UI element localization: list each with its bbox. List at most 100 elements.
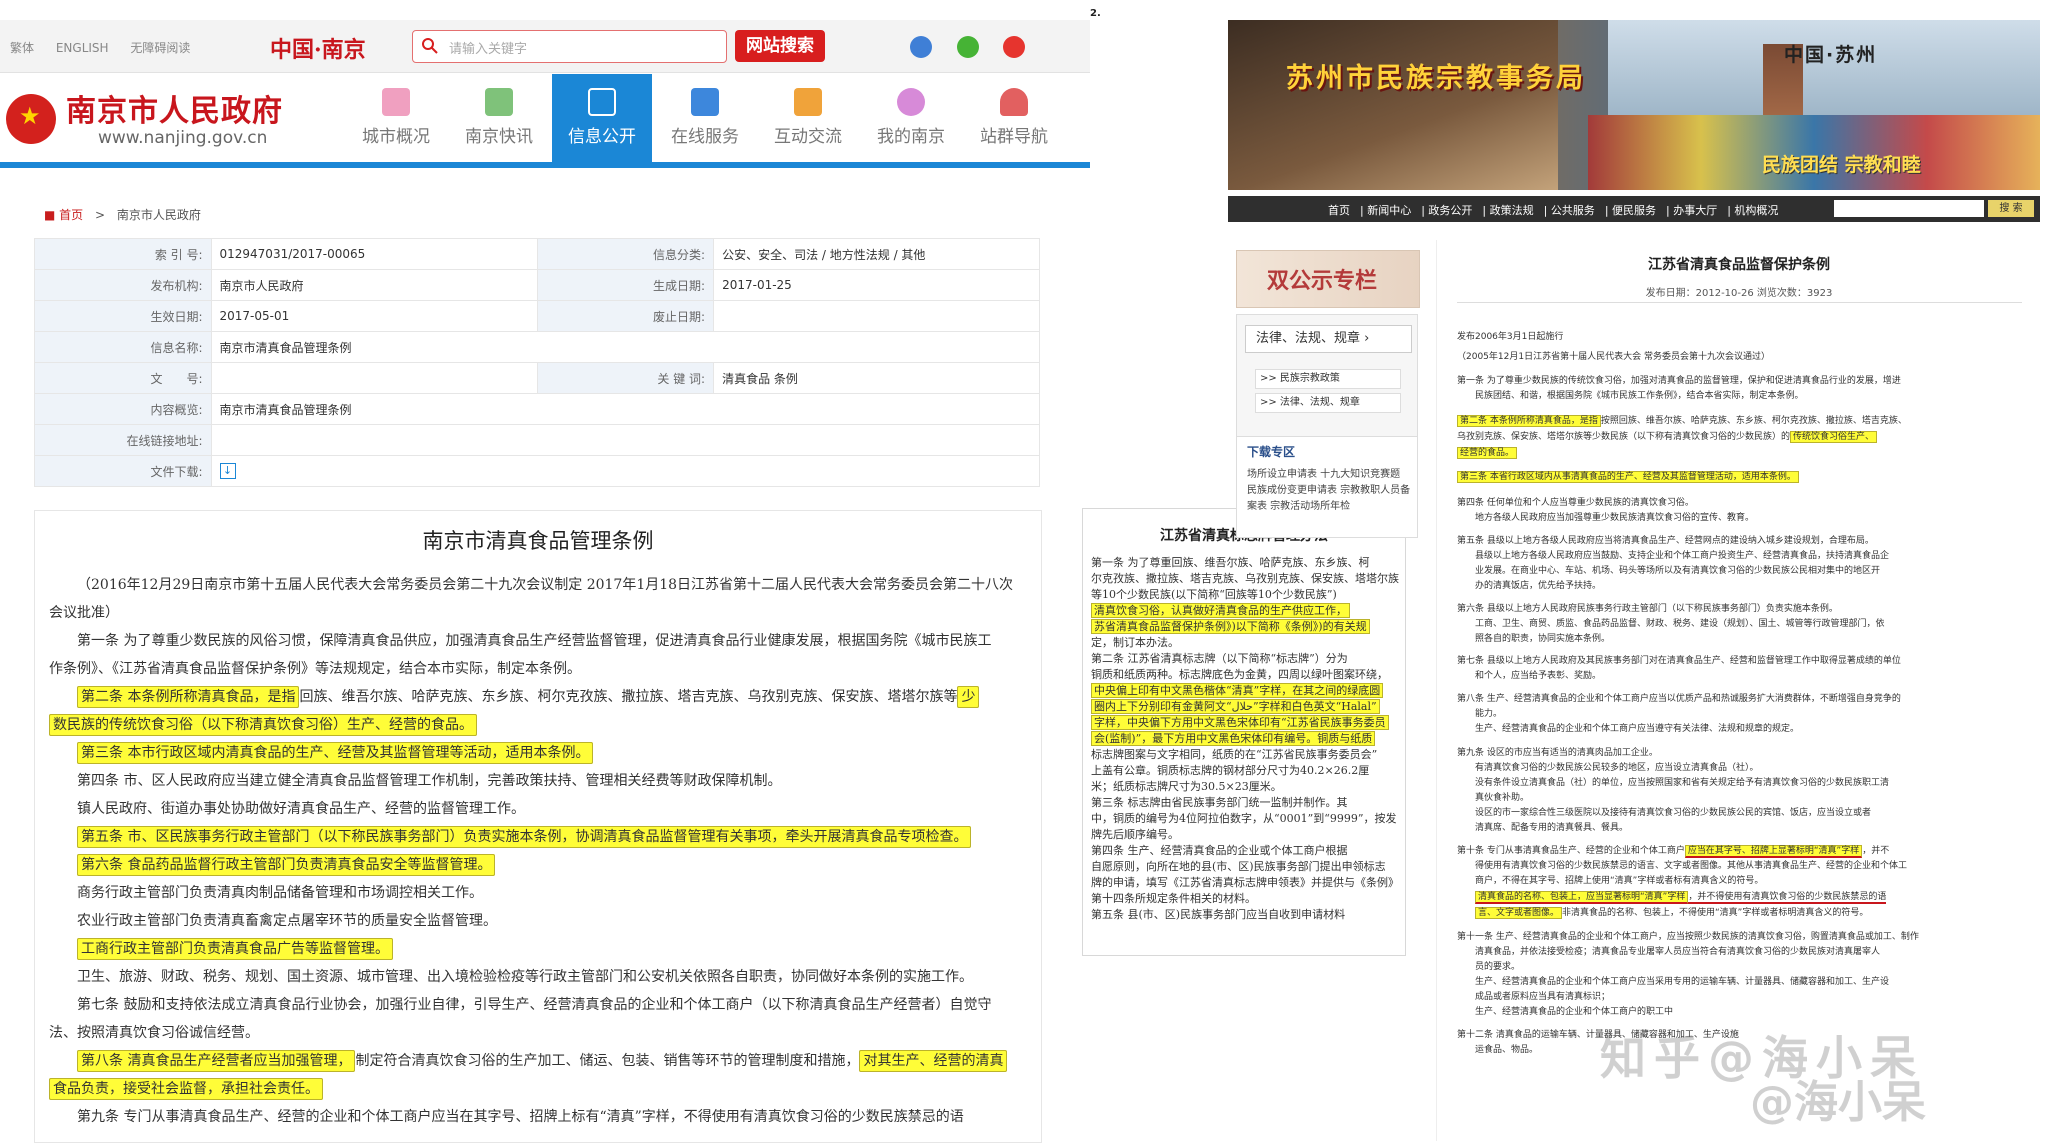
article-line: 经营的食品。 (1457, 446, 2027, 461)
article-3: 第三条 本市行政区域内清真食品的生产、经营及其监督管理等活动，适用本条例。 (77, 739, 1041, 767)
nanjing-header: ★ 南京市人民政府 www.nanjing.gov.cn 城市概况 南京快讯 信… (0, 74, 1090, 168)
article-8-cont: 食品负责，接受社会监督，承担社会责任。 (49, 1075, 1041, 1103)
article-2-cont: 数民族的传统饮食习俗（以下称清真饮食习俗）生产、经营的食品。 (49, 711, 1041, 739)
article-line: 成品或者原料应当具有清真标识； (1475, 992, 1611, 1002)
nav-public-service[interactable]: 公共服务 (1551, 204, 1595, 217)
issuer: 南京市人民政府 (210, 269, 538, 301)
article-line: 第七条 县级以上地方人民政府及其民族事务部门对在清真食品生产、经营和监督管理工作… (1457, 656, 1901, 666)
article-title: 江苏省清真食品监督保护条例 (1648, 257, 1830, 273)
article-line: 和个人，应当给予表彰、奖励。 (1475, 671, 1602, 681)
clip-line: 自愿原则，向所在地的县(市、区)民族事务部门提出申领标志 (1091, 860, 1386, 873)
link-ethnic-policy[interactable]: >> 民族宗教政策 (1255, 369, 1401, 389)
article-6-b: 商务行政主管部门负责清真肉制品储备管理和市场调控相关工作。 (77, 885, 483, 901)
article-line: 第六条 县级以上地方人民政府民族事务行政主管部门（以下称民族事务部门）负责实施本… (1457, 604, 1838, 614)
nav-citizen-service[interactable]: 便民服务 (1612, 204, 1656, 217)
suzhou-search-button[interactable]: 搜 索 (1988, 200, 2034, 217)
link-english[interactable]: ENGLISH (56, 41, 109, 55)
nav-about[interactable]: 机构概况 (1734, 204, 1778, 217)
link-laws[interactable]: >> 法律、法规、规章 (1255, 393, 1401, 413)
article-6-e: 卫生、旅游、财政、税务、规划、国土资源、城市管理、出入境检验检疫等行政主管部门和… (77, 969, 973, 985)
nav-site-group[interactable]: 站群导航 (964, 74, 1064, 162)
wechat-icon[interactable] (957, 36, 979, 58)
article-line: 第八条 生产、经营清真食品的企业和个体工商户应当以优质产品和热诚服务扩大消费群体… (1457, 694, 1901, 704)
nav-gov-affairs[interactable]: 政务公开 (1428, 204, 1472, 217)
search-button[interactable]: 网站搜索 (735, 30, 825, 62)
suzhou-search-input[interactable] (1834, 200, 1984, 217)
article-line: 照各自的职责，协同实施本条例。 (1475, 634, 1611, 644)
china-nanjing-logo: 中国·南京 (270, 37, 366, 63)
article-meta: 发布日期：2012-10-26 浏览次数：3923 (1645, 288, 1833, 299)
article-line: 员的要求。 (1475, 962, 1521, 972)
breadcrumb-home[interactable]: ■ 首页 (44, 208, 83, 222)
article-6-c: 农业行政主管部门负责清真畜禽定点屠宰环节的质量安全监督管理。 (77, 913, 497, 929)
nav-online-service[interactable]: 在线服务 (655, 74, 755, 162)
download-zone-list[interactable]: 场所设立申请表 十九大知识竞赛题 民族成份变更申请表 宗教教职人员备案表 宗教活… (1247, 467, 1413, 515)
article-line: 清真席、配备专用的清真餐具、餐具。 (1475, 823, 1629, 833)
article-line: 设区的市一家综合性三级医院以及接待有清真饮食习俗的少数民族公民的宾馆、饭店，应当… (1475, 808, 1872, 818)
abolish-date (713, 300, 1040, 332)
article-line: 乌孜别克族、保安族、塔塔尔族等少数民族（以下称有清真饮食习俗的少数民族）的 传统饮… (1457, 430, 2027, 445)
article-8: 第八条 清真食品生产经营者应当加强管理， 制定符合清真饮食习俗的生产加工、储运、包… (77, 1047, 1041, 1075)
article-line: 能力。 (1475, 709, 1503, 719)
article-line: 商户，不得在其字号、招牌上使用“清真”字样或者标有清真含义的符号。 (1475, 876, 1764, 886)
top-links: 繁体 ENGLISH 无障碍阅读 (10, 39, 208, 56)
clip-line: 中央偏上印有中文黑色楷体“清真”字样，在其之间的绿底圆 (1091, 683, 1401, 699)
temple-roof-image (1228, 20, 1558, 190)
nav-city-overview[interactable]: 城市概况 (346, 74, 446, 162)
doc-line: （2016年12月29日南京市第十五届人民代表大会常务委员会第二十九次会议制定 … (77, 577, 1014, 593)
nav-interaction[interactable]: 互动交流 (758, 74, 858, 162)
article-line: 民族团结、和谐，根据国务院《城市民族工作条例》，结合本省实际，制定本条例。 (1475, 391, 1804, 401)
suzhou-banner: 苏州市民族宗教事务局 中国·苏州 民族团结 宗教和睦 (1228, 20, 2040, 190)
weibo-icon[interactable] (1003, 36, 1025, 58)
article-line: 没有条件设立清真食品（社）的单位，应当按照国家和省有关规定给予有清真饮食习俗的少… (1475, 778, 1890, 788)
suzhou-sidebar: 双公示专栏 法律、法规、规章 › >> 民族宗教政策 >> 法律、法规、规章 下… (1236, 240, 1420, 660)
sky-image (1608, 20, 2040, 115)
article-line: 有清真饮食习俗的少数民族公民较多的地区，应当设立清真食品（社）。 (1475, 763, 1759, 773)
article-line: （2005年12月1日江苏省第十届人民代表大会 常务委员会第十九次会议通过） (1457, 352, 1770, 362)
suzhou-nav-items: 首页 | 新闻中心 | 政务公开 | 政策法规 | 公共服务 | 便民服务 | 办事大厅 | … (1328, 204, 1779, 217)
link-accessibility[interactable]: 无障碍阅读 (130, 41, 190, 55)
dual-notice-banner[interactable]: 双公示专栏 (1236, 250, 1420, 308)
site-url: www.nanjing.gov.cn (98, 128, 268, 148)
breadcrumb-current[interactable]: 南京市人民政府 (117, 208, 201, 222)
site-title[interactable]: 南京市人民政府 (66, 86, 283, 130)
created-date: 2017-01-25 (713, 269, 1040, 301)
nanjing-top-bar: 繁体 ENGLISH 无障碍阅读 中国·南京 请输入关键字 网站搜索 (0, 20, 1090, 73)
link-traditional[interactable]: 繁体 (10, 41, 34, 55)
weibo-circle-icon[interactable] (910, 36, 932, 58)
nav-info-disclosure[interactable]: 信息公开 (552, 74, 652, 162)
flower-icon (897, 88, 925, 116)
article-line: 业发展。在商业中心、车站、机场、码头等场所以及有清真饮食习俗的少数民族公民相对集… (1475, 566, 1881, 576)
news-icon (485, 88, 513, 116)
laws-box-title[interactable]: 法律、法规、规章 › (1245, 325, 1412, 353)
article-2: 第二条 本条例所称清真食品，是指 回族、维吾尔族、哈萨克族、东乡族、柯尔克孜族、撒… (77, 683, 1041, 711)
watermark-weibo: @海小呆 (1750, 1077, 1926, 1128)
document-number (210, 362, 538, 394)
search-input[interactable]: 请输入关键字 (412, 30, 727, 63)
nav-news[interactable]: 南京快讯 (449, 74, 549, 162)
effective-date: 2017-05-01 (210, 300, 538, 332)
article-line: 生产、经营清真食品的企业和个体工商户应当遵守有关法律、法规和规章的规定。 (1475, 724, 1800, 734)
article-9: 第九条 专门从事清真食品生产、经营的企业和个体工商户应当在其字号、招牌上标有“清… (77, 1109, 964, 1125)
suzhou-nav-bar: 首页 | 新闻中心 | 政务公开 | 政策法规 | 公共服务 | 便民服务 | 办事大厅 | … (1228, 196, 2040, 222)
article-line: 工商、卫生、商贸、质监、食品药品监督、财政、税务、建设（规划）、国土、城管等行政… (1475, 619, 1885, 629)
article-7: 第七条 鼓励和支持依法成立清真食品行业协会，加强行业自律，引导生产、经营清真食品… (77, 997, 992, 1013)
region-label: 中国·苏州 (1784, 44, 1878, 66)
clip-line: 牌的申请，填写《江苏省清真标志牌申领表》并提供与《条例》 (1091, 876, 1399, 889)
clip-line: 第五条 县(市、区)民族事务部门应当自收到申请材料 (1091, 908, 1346, 921)
nav-my-nanjing[interactable]: 我的南京 (861, 74, 961, 162)
clip-line: 牌先后顺序编号。 (1091, 828, 1179, 841)
page-number: 2. (1090, 8, 1101, 19)
nav-service-hall[interactable]: 办事大厅 (1673, 204, 1717, 217)
online-link[interactable] (210, 424, 1040, 456)
building-icon (382, 88, 410, 116)
clip-line: 上盖有公章。铜质标志牌的钢材部分尺寸为40.2×26.2厘 (1091, 764, 1370, 777)
nav-policy[interactable]: 政策法规 (1490, 204, 1534, 217)
nav-news-center[interactable]: 新闻中心 (1367, 204, 1411, 217)
bureau-name: 苏州市民族宗教事务局 (1286, 63, 1586, 94)
nav-home[interactable]: 首页 (1328, 204, 1350, 217)
download-icon[interactable]: ↓ (219, 463, 236, 479)
article-line: 第十一条 生产、经营清真食品的企业和个体工商户，应当按照少数民族的清真饮食习俗，… (1457, 932, 1919, 942)
document-title: 南京市清真食品管理条例 (422, 529, 654, 553)
search-placeholder: 请输入关键字 (449, 42, 528, 57)
